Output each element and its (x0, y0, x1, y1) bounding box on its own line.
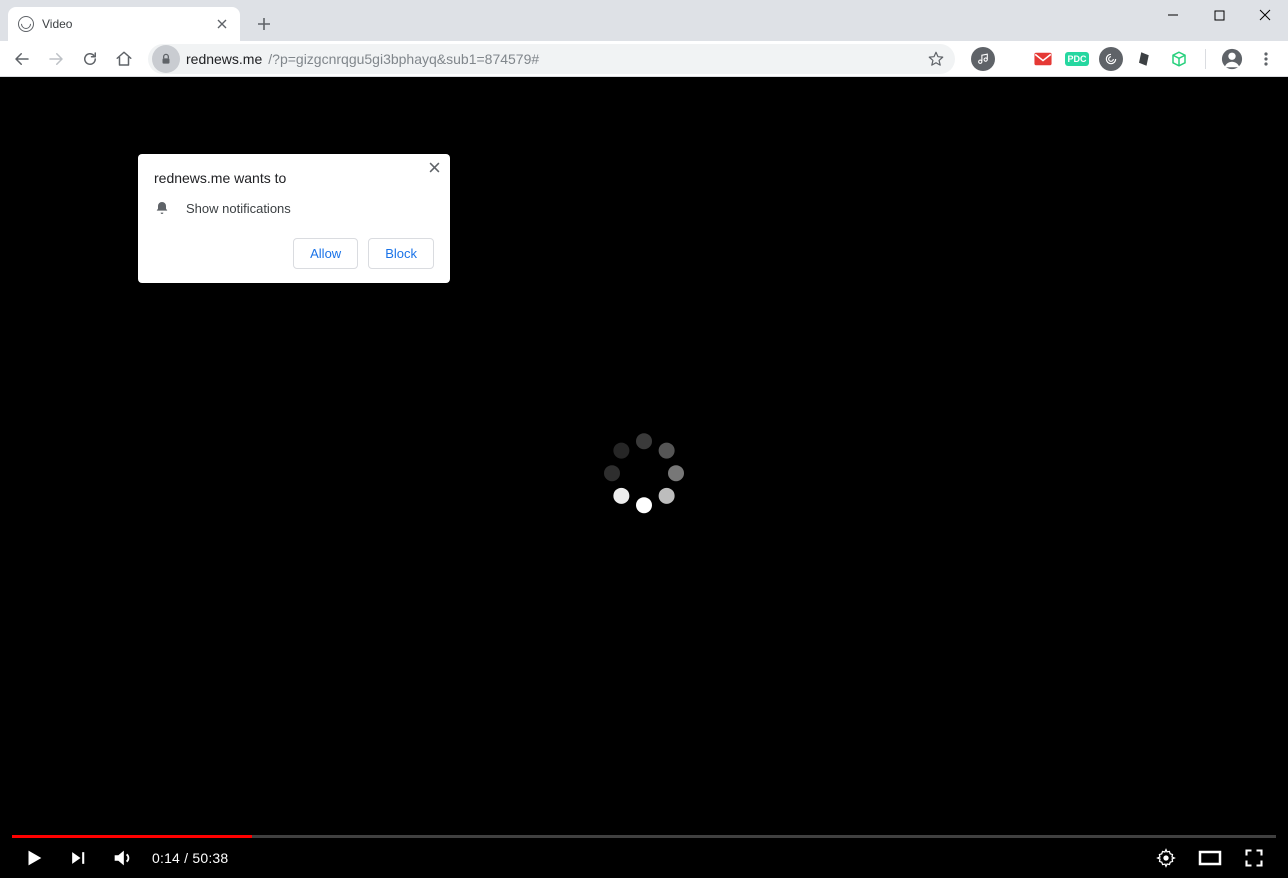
fullscreen-icon (1244, 848, 1264, 868)
loading-spinner (604, 433, 684, 513)
url-path: /?p=gizgcnrqgu5gi3bphayq&sub1=874579# (268, 51, 539, 67)
page-content: 0:14 / 50:38 rednews.me wants to Show no… (0, 77, 1288, 878)
window-controls (1150, 0, 1288, 30)
chrome-menu-button[interactable] (1254, 47, 1278, 71)
next-button[interactable] (64, 844, 92, 872)
extension-swirl-icon[interactable] (1099, 47, 1123, 71)
lock-icon (159, 52, 173, 66)
kebab-icon (1258, 51, 1274, 67)
user-icon (1221, 48, 1243, 70)
permission-item-label: Show notifications (186, 201, 291, 216)
video-controls: 0:14 / 50:38 (12, 830, 1276, 878)
extension-cube-icon[interactable] (1133, 47, 1157, 71)
allow-button[interactable]: Allow (293, 238, 358, 269)
gear-icon (1156, 848, 1176, 868)
address-bar[interactable]: rednews.me /?p=gizgcnrqgu5gi3bphayq&sub1=… (148, 44, 955, 74)
star-icon (927, 50, 945, 68)
video-duration: 50:38 (192, 850, 228, 866)
site-info-button[interactable] (152, 45, 180, 73)
dialog-title: rednews.me wants to (154, 170, 434, 186)
extensions-row: PDC (971, 47, 1278, 71)
window-titlebar: Video (0, 0, 1288, 41)
theater-mode-button[interactable] (1196, 844, 1224, 872)
url-domain: rednews.me (186, 51, 262, 67)
extension-mail-icon[interactable] (1031, 47, 1055, 71)
play-icon (23, 847, 45, 869)
window-close-button[interactable] (1242, 0, 1288, 30)
video-time: 0:14 / 50:38 (152, 850, 228, 866)
block-button[interactable]: Block (368, 238, 434, 269)
bookmark-button[interactable] (927, 50, 945, 68)
browser-toolbar: rednews.me /?p=gizgcnrqgu5gi3bphayq&sub1=… (0, 41, 1288, 77)
dialog-close-button[interactable] (429, 162, 440, 173)
video-current-time: 0:14 (152, 850, 180, 866)
tab-title: Video (42, 17, 72, 31)
back-button[interactable] (6, 43, 38, 75)
toolbar-separator (1205, 49, 1206, 69)
close-icon (429, 162, 440, 173)
forward-button[interactable] (40, 43, 72, 75)
next-icon (68, 848, 88, 868)
profile-button[interactable] (1220, 47, 1244, 71)
home-button[interactable] (108, 43, 140, 75)
tab-close-button[interactable] (214, 16, 230, 32)
reload-button[interactable] (74, 43, 106, 75)
window-maximize-button[interactable] (1196, 0, 1242, 30)
notification-permission-dialog: rednews.me wants to Show notifications A… (138, 154, 450, 283)
window-minimize-button[interactable] (1150, 0, 1196, 30)
browser-tab[interactable]: Video (8, 7, 240, 41)
globe-icon (18, 16, 34, 32)
volume-icon (111, 847, 133, 869)
settings-button[interactable] (1152, 844, 1180, 872)
theater-icon (1198, 848, 1222, 868)
bell-icon (154, 200, 170, 216)
pdc-badge: PDC (1065, 52, 1088, 66)
fullscreen-button[interactable] (1240, 844, 1268, 872)
new-tab-button[interactable] (250, 10, 278, 38)
extension-pdc-icon[interactable]: PDC (1065, 47, 1089, 71)
play-button[interactable] (20, 844, 48, 872)
extension-box-icon[interactable] (1167, 47, 1191, 71)
volume-button[interactable] (108, 844, 136, 872)
extension-music-icon[interactable] (971, 47, 995, 71)
